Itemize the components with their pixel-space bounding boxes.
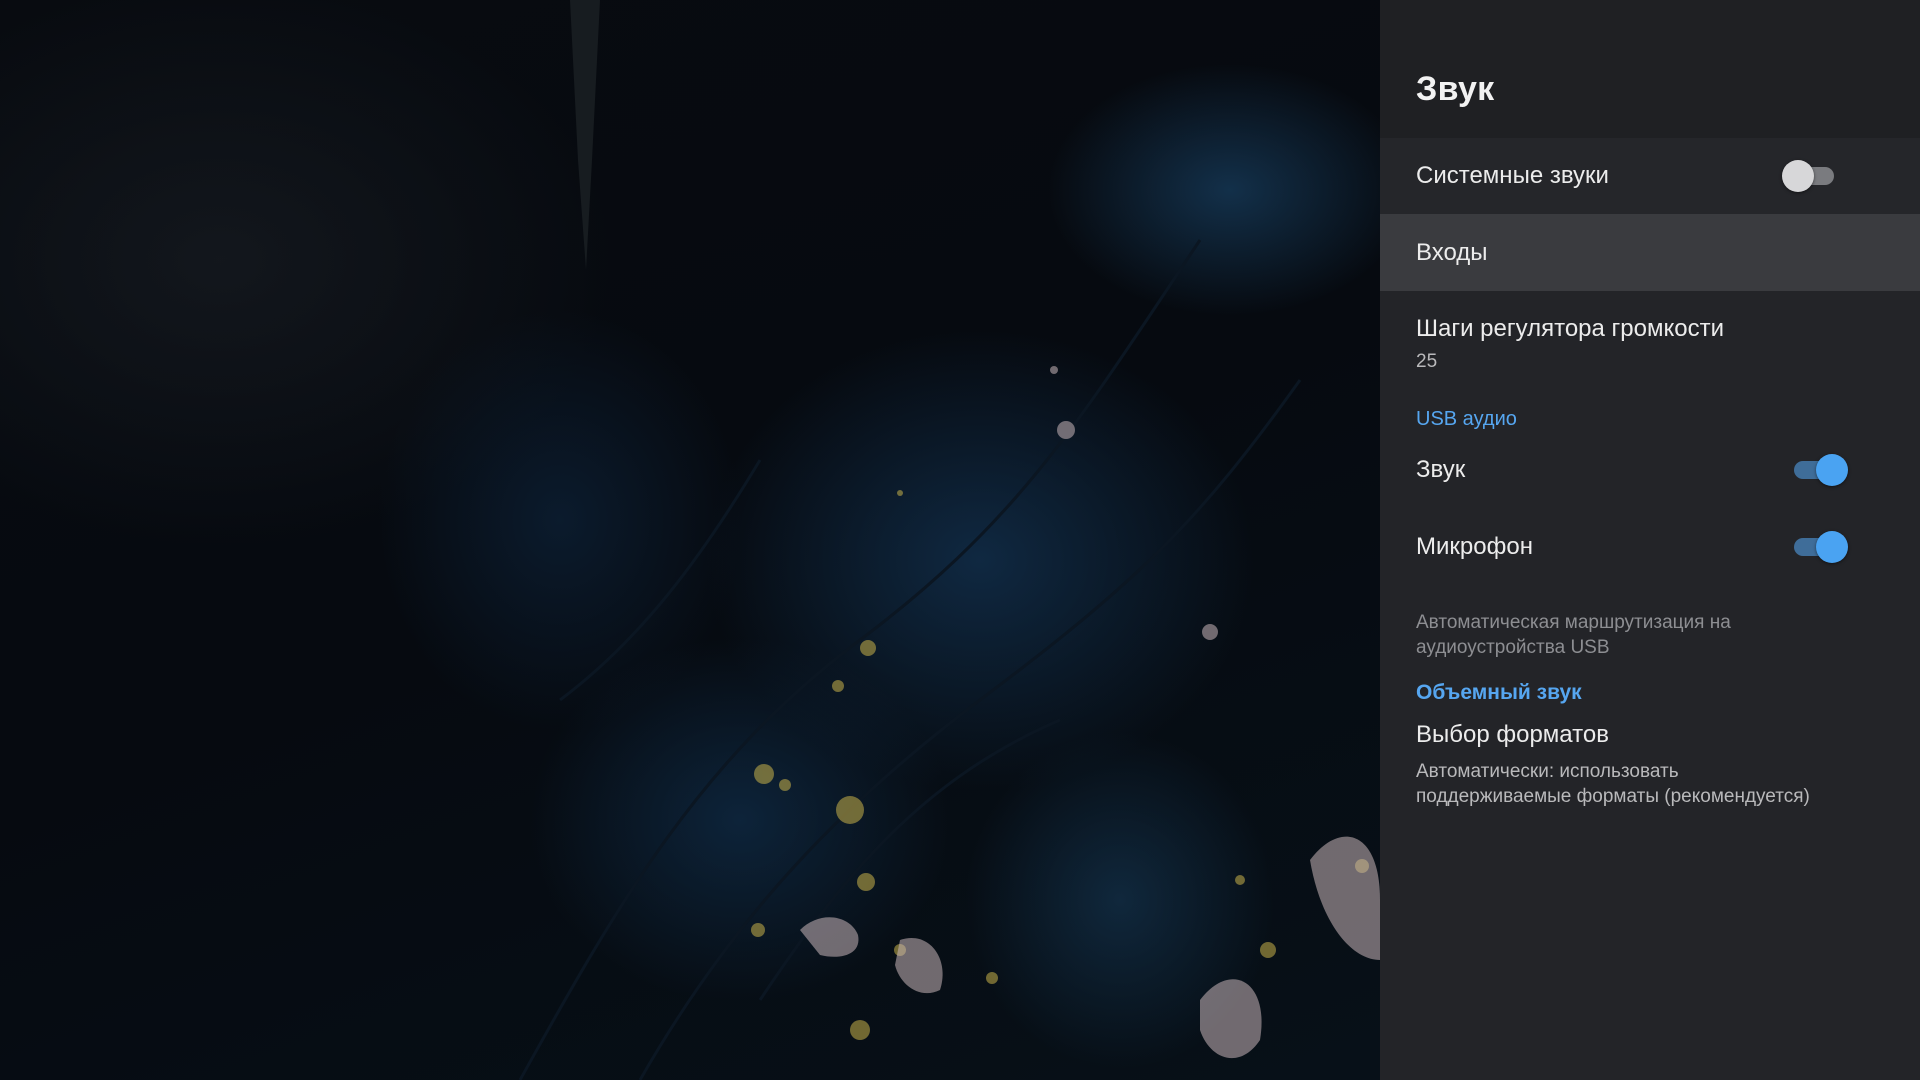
sound-label: Звук	[1416, 455, 1466, 483]
system-sounds-row[interactable]: Системные звуки	[1380, 138, 1920, 214]
formats-line2: поддерживаемые форматы (рекомендуется)	[1416, 786, 1810, 807]
inputs-row[interactable]: Входы	[1380, 214, 1920, 291]
background-wallpaper	[0, 0, 1380, 1080]
tv-settings-screen: Звук Системные звуки Входы Шаги регулято…	[0, 0, 1920, 1080]
formats-line1: Автоматически: использовать	[1416, 761, 1679, 782]
volume-steps-value: 25	[1416, 350, 1438, 372]
system-sounds-toggle[interactable]	[1782, 160, 1834, 192]
toggle-knob	[1816, 453, 1848, 486]
toggle-knob	[1782, 160, 1814, 192]
volume-steps-row[interactable]: Шаги регулятора громкости 25	[1380, 291, 1920, 391]
wallpaper-art	[518, 0, 1380, 1080]
microphone-toggle[interactable]	[1794, 530, 1848, 563]
formats-row[interactable]: Выбор форматов Автоматически: использова…	[1380, 705, 1920, 825]
microphone-label: Микрофон	[1416, 532, 1533, 560]
formats-label: Выбор форматов	[1416, 721, 1609, 748]
panel-header: Звук	[1380, 0, 1920, 138]
sound-toggle[interactable]	[1794, 453, 1848, 486]
volume-steps-label: Шаги регулятора громкости	[1416, 314, 1724, 342]
sound-settings-panel: Звук Системные звуки Входы Шаги регулято…	[1380, 0, 1920, 1080]
inputs-label: Входы	[1416, 238, 1488, 266]
usb-audio-section-title: USB аудио	[1416, 408, 1517, 430]
page-title: Звук	[1416, 70, 1495, 108]
surround-section-title: Объемный звук	[1416, 681, 1582, 704]
usb-routing-note: Автоматическая маршрутизация на аудиоуст…	[1380, 585, 1920, 685]
system-sounds-label: Системные звуки	[1416, 162, 1609, 189]
microphone-row[interactable]: Микрофон	[1380, 508, 1920, 585]
usb-note-line2: аудиоустройства USB	[1416, 637, 1610, 658]
usb-note-line1: Автоматическая маршрутизация на	[1416, 612, 1731, 633]
sound-row[interactable]: Звук	[1380, 431, 1920, 508]
toggle-knob	[1816, 530, 1848, 563]
